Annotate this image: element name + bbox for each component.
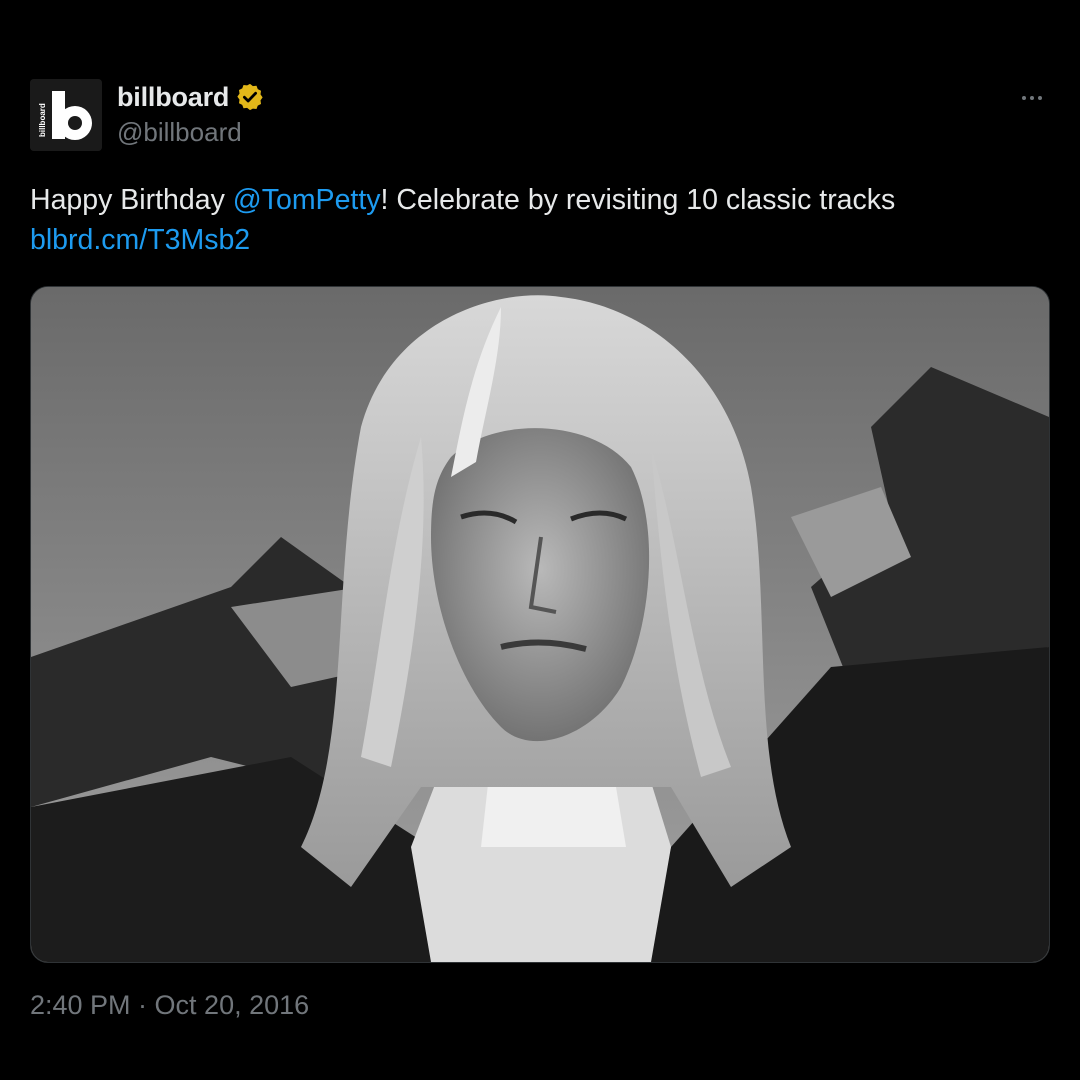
ellipsis-icon [1030, 96, 1034, 100]
ellipsis-icon [1038, 96, 1042, 100]
tweet-text-part: Happy Birthday [30, 184, 233, 216]
ellipsis-icon [1022, 96, 1026, 100]
tweet-card: billboard billboard @billboard Happy Bir… [0, 0, 1080, 1080]
mention-link[interactable]: @TomPetty [233, 184, 381, 216]
photo-image [31, 287, 1049, 962]
author-handle[interactable]: @billboard [117, 117, 242, 148]
billboard-logo-icon: billboard [30, 79, 102, 151]
tweet-photo[interactable] [30, 286, 1050, 963]
tweet-text-part: ! Celebrate by revisiting 10 classic tra… [380, 184, 896, 216]
tweet-text: Happy Birthday @TomPetty! Celebrate by r… [30, 180, 1040, 260]
author-name-row: billboard [117, 80, 265, 114]
verified-badge-icon[interactable] [235, 82, 265, 112]
avatar[interactable]: billboard [30, 79, 102, 151]
display-name[interactable]: billboard [117, 82, 229, 113]
avatar-wordmark: billboard [38, 103, 47, 137]
url-link[interactable]: blbrd.cm/T3Msb2 [30, 224, 250, 256]
tweet-timestamp[interactable]: 2:40 PM · Oct 20, 2016 [30, 990, 309, 1021]
more-options-button[interactable] [1012, 84, 1052, 112]
